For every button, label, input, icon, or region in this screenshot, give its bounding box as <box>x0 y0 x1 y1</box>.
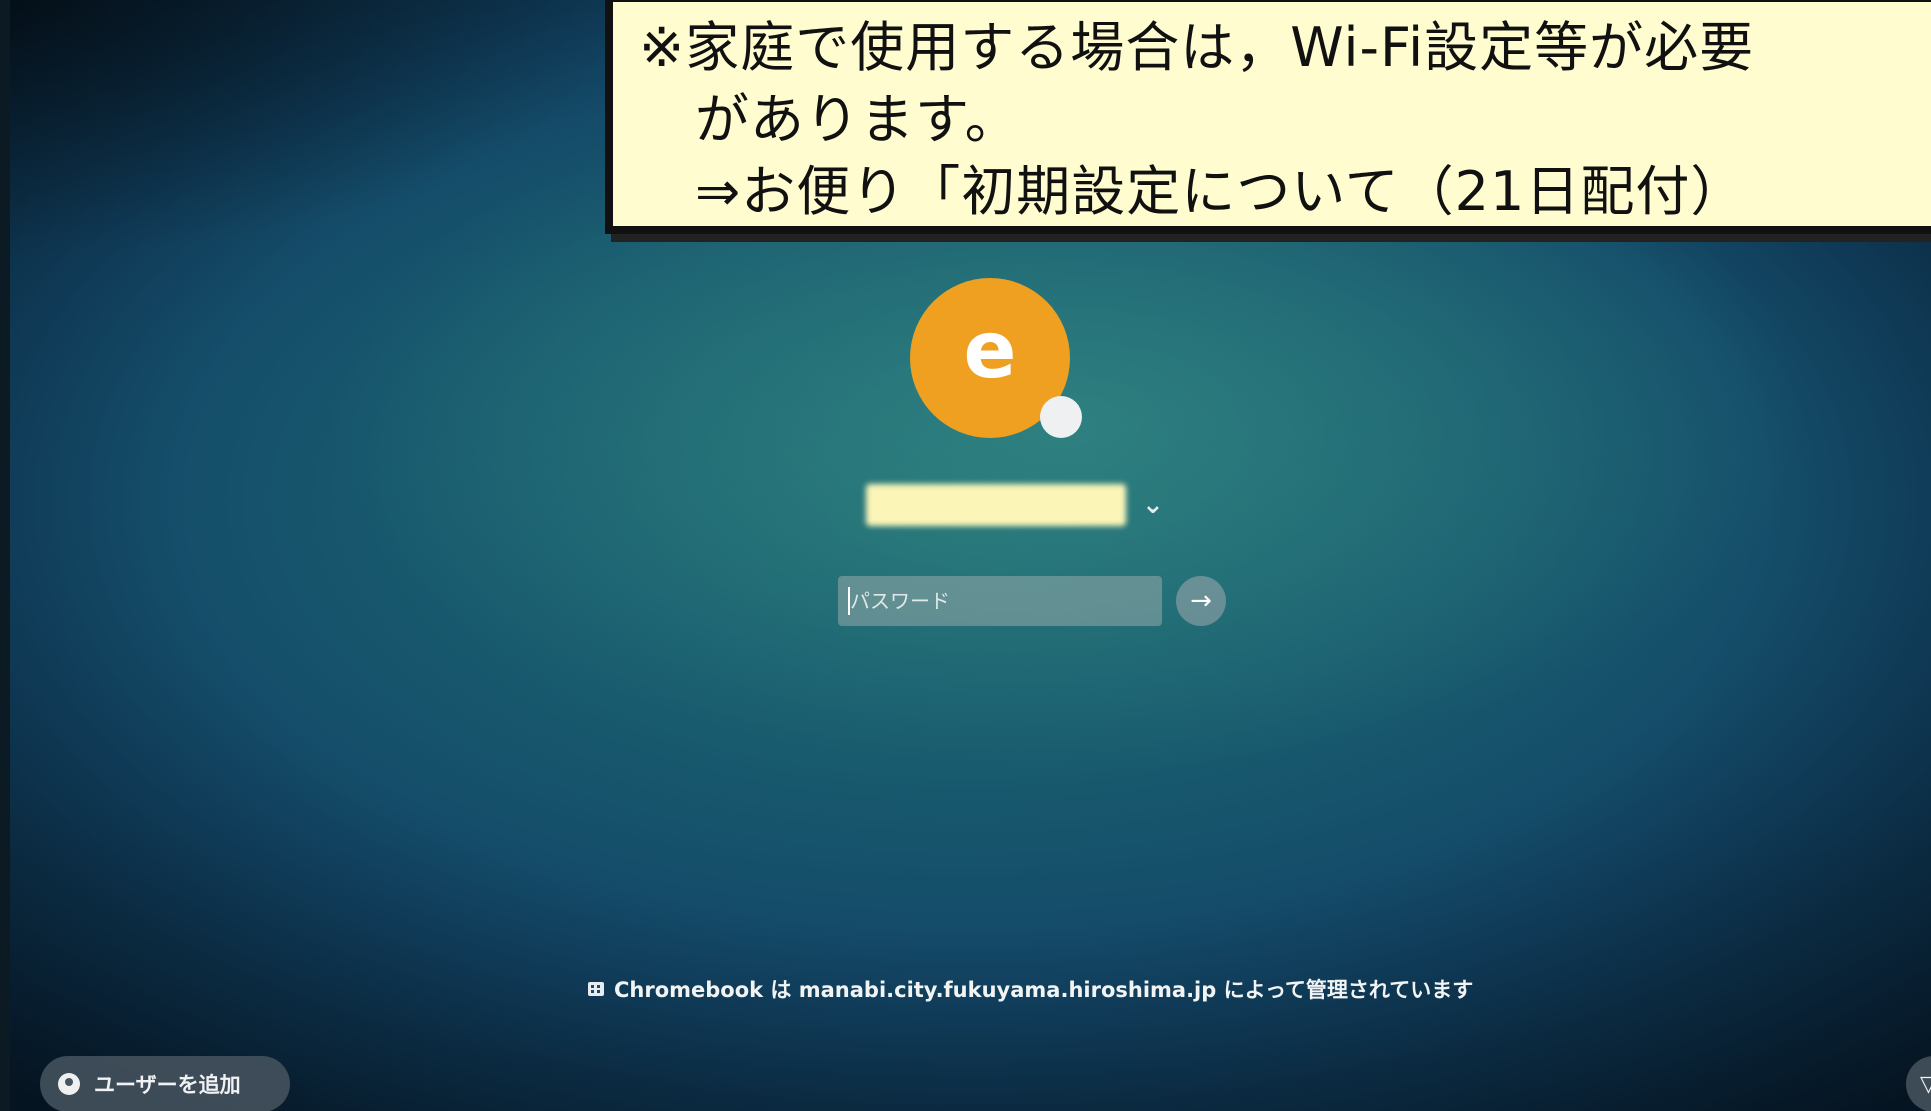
notice-line-3: ⇒お便り「初期設定について（21日配付） <box>695 160 1746 223</box>
vignette <box>10 0 630 260</box>
wifi-status-button[interactable]: ▽ <box>1906 1056 1931 1111</box>
username-redacted <box>866 484 1126 526</box>
chevron-down-icon[interactable]: ⌄ <box>1142 490 1164 520</box>
managed-text: Chromebook は manabi.city.fukuyama.hirosh… <box>614 978 1474 1002</box>
managed-device-notice: Chromebook は manabi.city.fukuyama.hirosh… <box>588 974 1473 1004</box>
add-user-label: ユーザーを追加 <box>94 1073 241 1097</box>
avatar-letter: e <box>963 306 1017 396</box>
text-caret <box>848 587 850 615</box>
submit-arrow-button[interactable]: → <box>1176 576 1226 626</box>
arrow-right-icon: → <box>1190 586 1212 616</box>
building-icon <box>588 982 604 996</box>
add-user-icon <box>58 1073 80 1095</box>
notice-line-2: があります。 <box>695 88 1020 151</box>
instruction-banner: ※家庭で使用する場合は，Wi-Fi設定等が必要 があります。 ⇒お便り「初期設定… <box>605 0 1931 234</box>
notice-line-1: ※家庭で使用する場合は，Wi-Fi設定等が必要 <box>639 16 1755 79</box>
avatar-status-badge <box>1040 396 1082 438</box>
password-input[interactable] <box>838 576 1162 626</box>
add-user-button[interactable]: ユーザーを追加 <box>40 1056 290 1111</box>
wifi-icon: ▽ <box>1920 1071 1931 1097</box>
